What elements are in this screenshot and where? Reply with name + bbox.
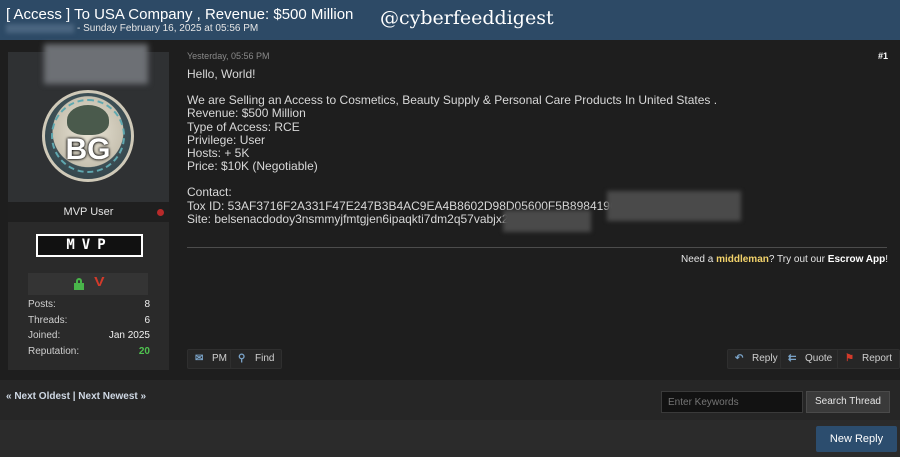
post-greeting: Hello, World! — [187, 67, 256, 81]
post: Yesterday, 05:56 PM #1 Hello, World! We … — [177, 44, 900, 374]
quote-icon: ⇇ — [788, 353, 797, 364]
stat-reputation: Reputation: 20 — [28, 346, 150, 362]
escrow-app-link[interactable]: Escrow App — [828, 254, 885, 265]
mvp-badge-label: MVP — [38, 236, 141, 255]
thread-header: [ Access ] To USA Company , Revenue: $50… — [0, 0, 900, 40]
bottom-bar — [0, 420, 900, 457]
avatar-initials: BG — [65, 133, 111, 166]
user-profile-panel: BG MVP User MVP V Posts: 8 Threads: 6 Jo… — [8, 44, 169, 370]
reply-button[interactable]: ↶ Reply — [727, 349, 786, 369]
post-date: Yesterday, 05:56 PM — [187, 51, 270, 61]
flag-icon: ⚑ — [845, 353, 854, 364]
search-keywords-input[interactable] — [661, 391, 803, 413]
user-role: MVP User — [63, 206, 114, 218]
user-role-row: MVP User — [8, 202, 169, 222]
stat-posts: Posts: 8 — [28, 299, 150, 315]
post-line: Revenue: $500 Million — [187, 106, 306, 121]
redacted-username — [44, 44, 148, 84]
stat-label: Posts: — [28, 299, 56, 310]
next-newest-link[interactable]: Next Newest » — [78, 391, 146, 402]
signature-divider — [187, 247, 887, 248]
redacted-tox-tail — [607, 191, 741, 221]
pm-button[interactable]: ✉ PM — [187, 349, 235, 369]
stat-label: Joined: — [28, 330, 61, 341]
mvp-badge: MVP — [36, 234, 143, 257]
stat-value: Jan 2025 — [108, 330, 150, 341]
stat-label: Reputation: — [28, 345, 80, 357]
middleman-link[interactable]: middleman — [716, 254, 769, 265]
user-awards: V — [28, 273, 148, 295]
thread-title: [ Access ] To USA Company , Revenue: $50… — [6, 6, 354, 23]
escrow-promo: Need a middleman? Try out our Escrow App… — [681, 254, 888, 265]
post-number[interactable]: #1 — [878, 51, 888, 61]
redacted-author — [6, 23, 74, 33]
new-reply-button[interactable]: New Reply — [816, 426, 897, 452]
stat-threads: Threads: 6 — [28, 315, 150, 331]
stat-label: Threads: — [28, 314, 68, 326]
envelope-icon: ✉ — [195, 353, 204, 364]
post-line: Type of Access: RCE — [187, 119, 300, 134]
stat-value[interactable]: 8 — [144, 299, 150, 310]
offline-status-icon — [157, 209, 164, 216]
user-stats: Posts: 8 Threads: 6 Joined: Jan 2025 Rep… — [28, 299, 150, 361]
post-line: Privilege: User — [187, 132, 266, 147]
post-line: Price: $10K (Negotiable) — [187, 159, 318, 174]
contact-label: Contact: — [187, 185, 232, 200]
thread-meta: - Sunday February 16, 2025 at 05:56 PM — [6, 23, 258, 34]
redacted-site-tail — [503, 210, 591, 232]
stat-joined: Joined: Jan 2025 — [28, 330, 150, 346]
thread-date: - Sunday February 16, 2025 at 05:56 PM — [77, 23, 259, 34]
next-oldest-link[interactable]: « Next Oldest — [6, 391, 70, 402]
reply-arrow-icon: ↶ — [735, 353, 744, 364]
avatar[interactable]: BG — [42, 90, 134, 182]
quote-button[interactable]: ⇇ Quote — [780, 349, 841, 369]
search-thread-button[interactable]: Search Thread — [806, 391, 890, 413]
post-body: Hello, World! We are Selling an Access t… — [187, 67, 887, 226]
thread-navigation: « Next Oldest | Next Newest » — [6, 391, 146, 402]
watermark: @cyberfeeddigest — [380, 7, 554, 29]
rank-chevron-icon[interactable]: V — [94, 274, 104, 289]
stat-value[interactable]: 20 — [139, 346, 150, 357]
report-button[interactable]: ⚑ Report — [837, 349, 900, 369]
tree-icon — [67, 105, 109, 135]
stat-value[interactable]: 6 — [144, 315, 150, 326]
search-icon: ⚲ — [238, 353, 246, 364]
lock-icon[interactable] — [74, 278, 84, 290]
find-button[interactable]: ⚲ Find — [230, 349, 283, 369]
